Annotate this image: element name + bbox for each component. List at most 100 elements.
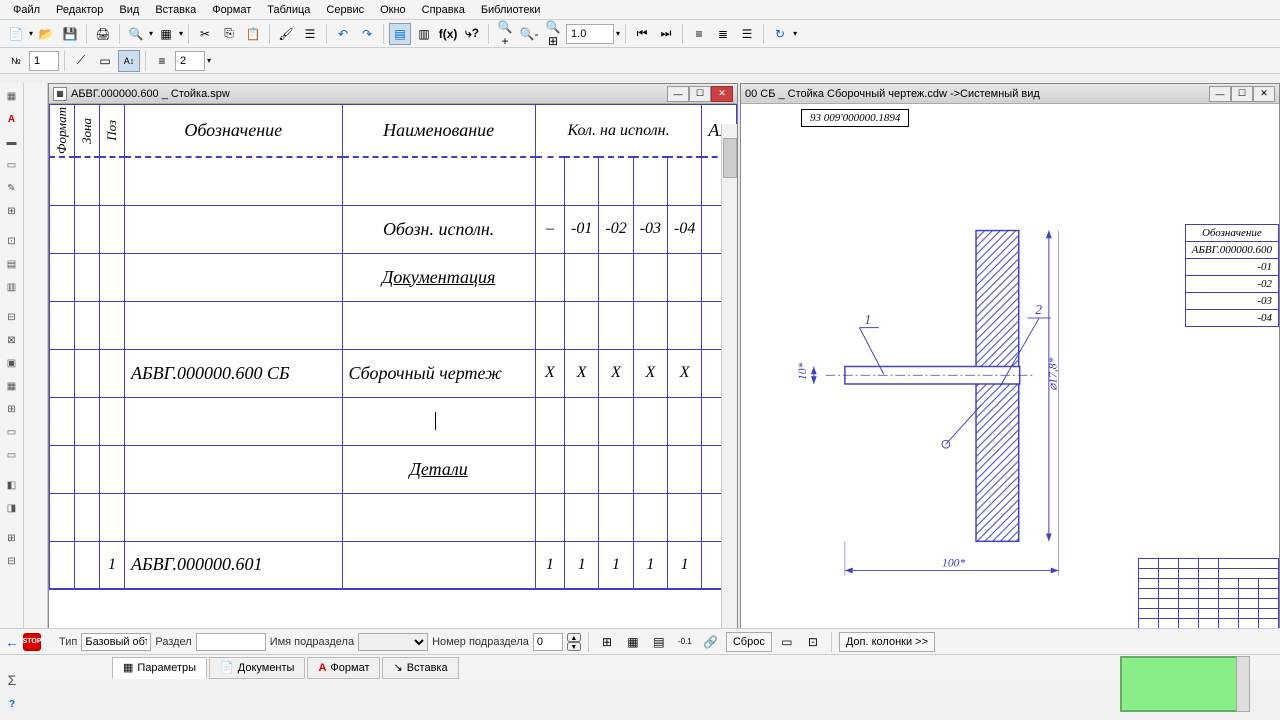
menu-window[interactable]: Окно [372,2,414,18]
opt1-button[interactable]: ▭ [776,631,798,653]
stop-button[interactable]: STOP [23,633,41,651]
brush-button[interactable]: 🖌 [275,23,297,45]
cell-r3-label[interactable]: АБВГ.000000.600 СБ [125,349,343,397]
doc2-close-button[interactable]: ✕ [1253,86,1275,102]
cell-doc[interactable]: Документация [342,253,535,301]
navigator-panel[interactable] [1120,656,1240,712]
tool-c2[interactable]: ◨ [2,498,22,518]
properties-button[interactable]: ▦ [155,23,177,45]
subnum-down[interactable]: ▼ [567,642,581,651]
paste-button[interactable]: 📋 [242,23,264,45]
doc-min-button[interactable]: — [667,86,689,102]
tool-a4[interactable]: ▭ [2,155,22,175]
nav-prev-button[interactable]: ⏮ [631,23,653,45]
tool-d1[interactable]: ⊞ [2,528,22,548]
extra-cols-button[interactable]: Доп. колонки >> [839,632,935,652]
sigma-button[interactable]: Σ [2,670,22,690]
grid2-button[interactable]: ▦ [622,631,644,653]
zoom-input[interactable] [566,24,614,44]
align2-button[interactable]: ≣ [712,23,734,45]
link-button[interactable]: 🔗 [700,631,722,653]
grid3-button[interactable]: ▤ [648,631,670,653]
menu-service[interactable]: Сервис [318,2,372,18]
num-toggle-button[interactable]: -0.1 [674,631,696,653]
grid1-button[interactable]: ⊞ [596,631,618,653]
subname-select[interactable] [358,633,428,651]
tool-b2[interactable]: ⊠ [2,330,22,350]
doc2-min-button[interactable]: — [1209,86,1231,102]
tool-b6[interactable]: ▭ [2,422,22,442]
reset-button[interactable]: Сброс [726,632,772,652]
help-pointer-button[interactable]: ⤷? [461,23,483,45]
tool-d2[interactable]: ⊟ [2,551,22,571]
align1-button[interactable]: ≡ [688,23,710,45]
spec-table[interactable]: Формат Зона Поз Обозначение Наименование… [49,104,737,590]
doc-max-button[interactable]: ☐ [689,86,711,102]
back-arrow-icon[interactable]: ← [5,634,19,650]
undo-button[interactable]: ↶ [332,23,354,45]
scrollbar-left[interactable] [721,124,737,629]
tool-c1[interactable]: ◧ [2,475,22,495]
open-button[interactable]: 📂 [35,23,57,45]
cell-cursor[interactable] [342,397,535,445]
tool-a6[interactable]: ⊞ [2,201,22,221]
razdel-input[interactable] [196,633,266,651]
cut-button[interactable]: ✂ [194,23,216,45]
tab-format[interactable]: AФормат [307,657,380,679]
cell-r5-label[interactable]: АБВГ.000000.601 [125,541,343,589]
new-button[interactable]: 📄 [5,23,27,45]
num-input[interactable] [29,51,59,71]
tool-a7[interactable]: ⊡ [2,231,22,251]
menu-insert[interactable]: Вставка [147,2,204,18]
tool-b3[interactable]: ▣ [2,353,22,373]
menu-libraries[interactable]: Библиотеки [473,2,549,18]
tab-params[interactable]: ▦Параметры [112,657,207,679]
cell-ispol[interactable]: Обозн. исполн. [342,205,535,253]
nav-next-button[interactable]: ⏭ [655,23,677,45]
mode-c-button[interactable]: A↕ [118,50,140,72]
tab-docs[interactable]: 📄Документы [209,657,305,679]
list-button[interactable]: ☰ [299,23,321,45]
mode2-button[interactable]: ▥ [413,23,435,45]
zoom-in-button[interactable]: 🔍+ [494,23,516,45]
help-button[interactable]: ? [2,694,22,714]
tab-insert[interactable]: ↘Вставка [382,657,458,679]
tool-a8[interactable]: ▤ [2,254,22,274]
zoom-out-button[interactable]: 🔍- [518,23,540,45]
tool-b4[interactable]: ▦ [2,376,22,396]
fx-button[interactable]: f(x) [437,23,459,45]
type-input[interactable] [81,633,151,651]
tool-b7[interactable]: ▭ [2,445,22,465]
tool-a3[interactable]: ▬ [2,132,22,152]
zoom-fit-button[interactable]: 🔍⊞ [542,23,564,45]
num-button[interactable]: № [5,50,27,72]
preview-button[interactable]: 🔍 [125,23,147,45]
drawing-canvas[interactable]: 93 009'000000.1894 [741,104,1279,629]
menu-table[interactable]: Таблица [259,2,318,18]
print-button[interactable]: 🖨 [92,23,114,45]
mode-a-button[interactable]: ⟋ [70,50,92,72]
cell-det[interactable]: Детали [342,445,535,493]
refresh-button[interactable]: ↻ [769,23,791,45]
save-button[interactable]: 💾 [59,23,81,45]
tool-a1[interactable]: ▦ [2,86,22,106]
tool-pencil[interactable]: ✎ [2,178,22,198]
cell-r3-name[interactable]: Сборочный чертеж [342,349,535,397]
redo-button[interactable]: ↷ [356,23,378,45]
doc-close-button[interactable]: ✕ [711,86,733,102]
tool-a9[interactable]: ▥ [2,277,22,297]
menu-view[interactable]: Вид [111,2,147,18]
tool-text[interactable]: A [2,109,22,129]
menu-help[interactable]: Справка [414,2,473,18]
menu-file[interactable]: Файл [5,2,48,18]
menu-editor[interactable]: Редактор [48,2,111,18]
mode-b-button[interactable]: ▭ [94,50,116,72]
subnum-input[interactable] [533,633,563,651]
copy-button[interactable]: ⎘ [218,23,240,45]
mode1-button[interactable]: ▤ [389,23,411,45]
tool-b5[interactable]: ⊞ [2,399,22,419]
align3-button[interactable]: ☰ [736,23,758,45]
cell-r5-poz[interactable]: 1 [100,541,125,589]
menu-format[interactable]: Формат [204,2,259,18]
opt2-button[interactable]: ⊡ [802,631,824,653]
